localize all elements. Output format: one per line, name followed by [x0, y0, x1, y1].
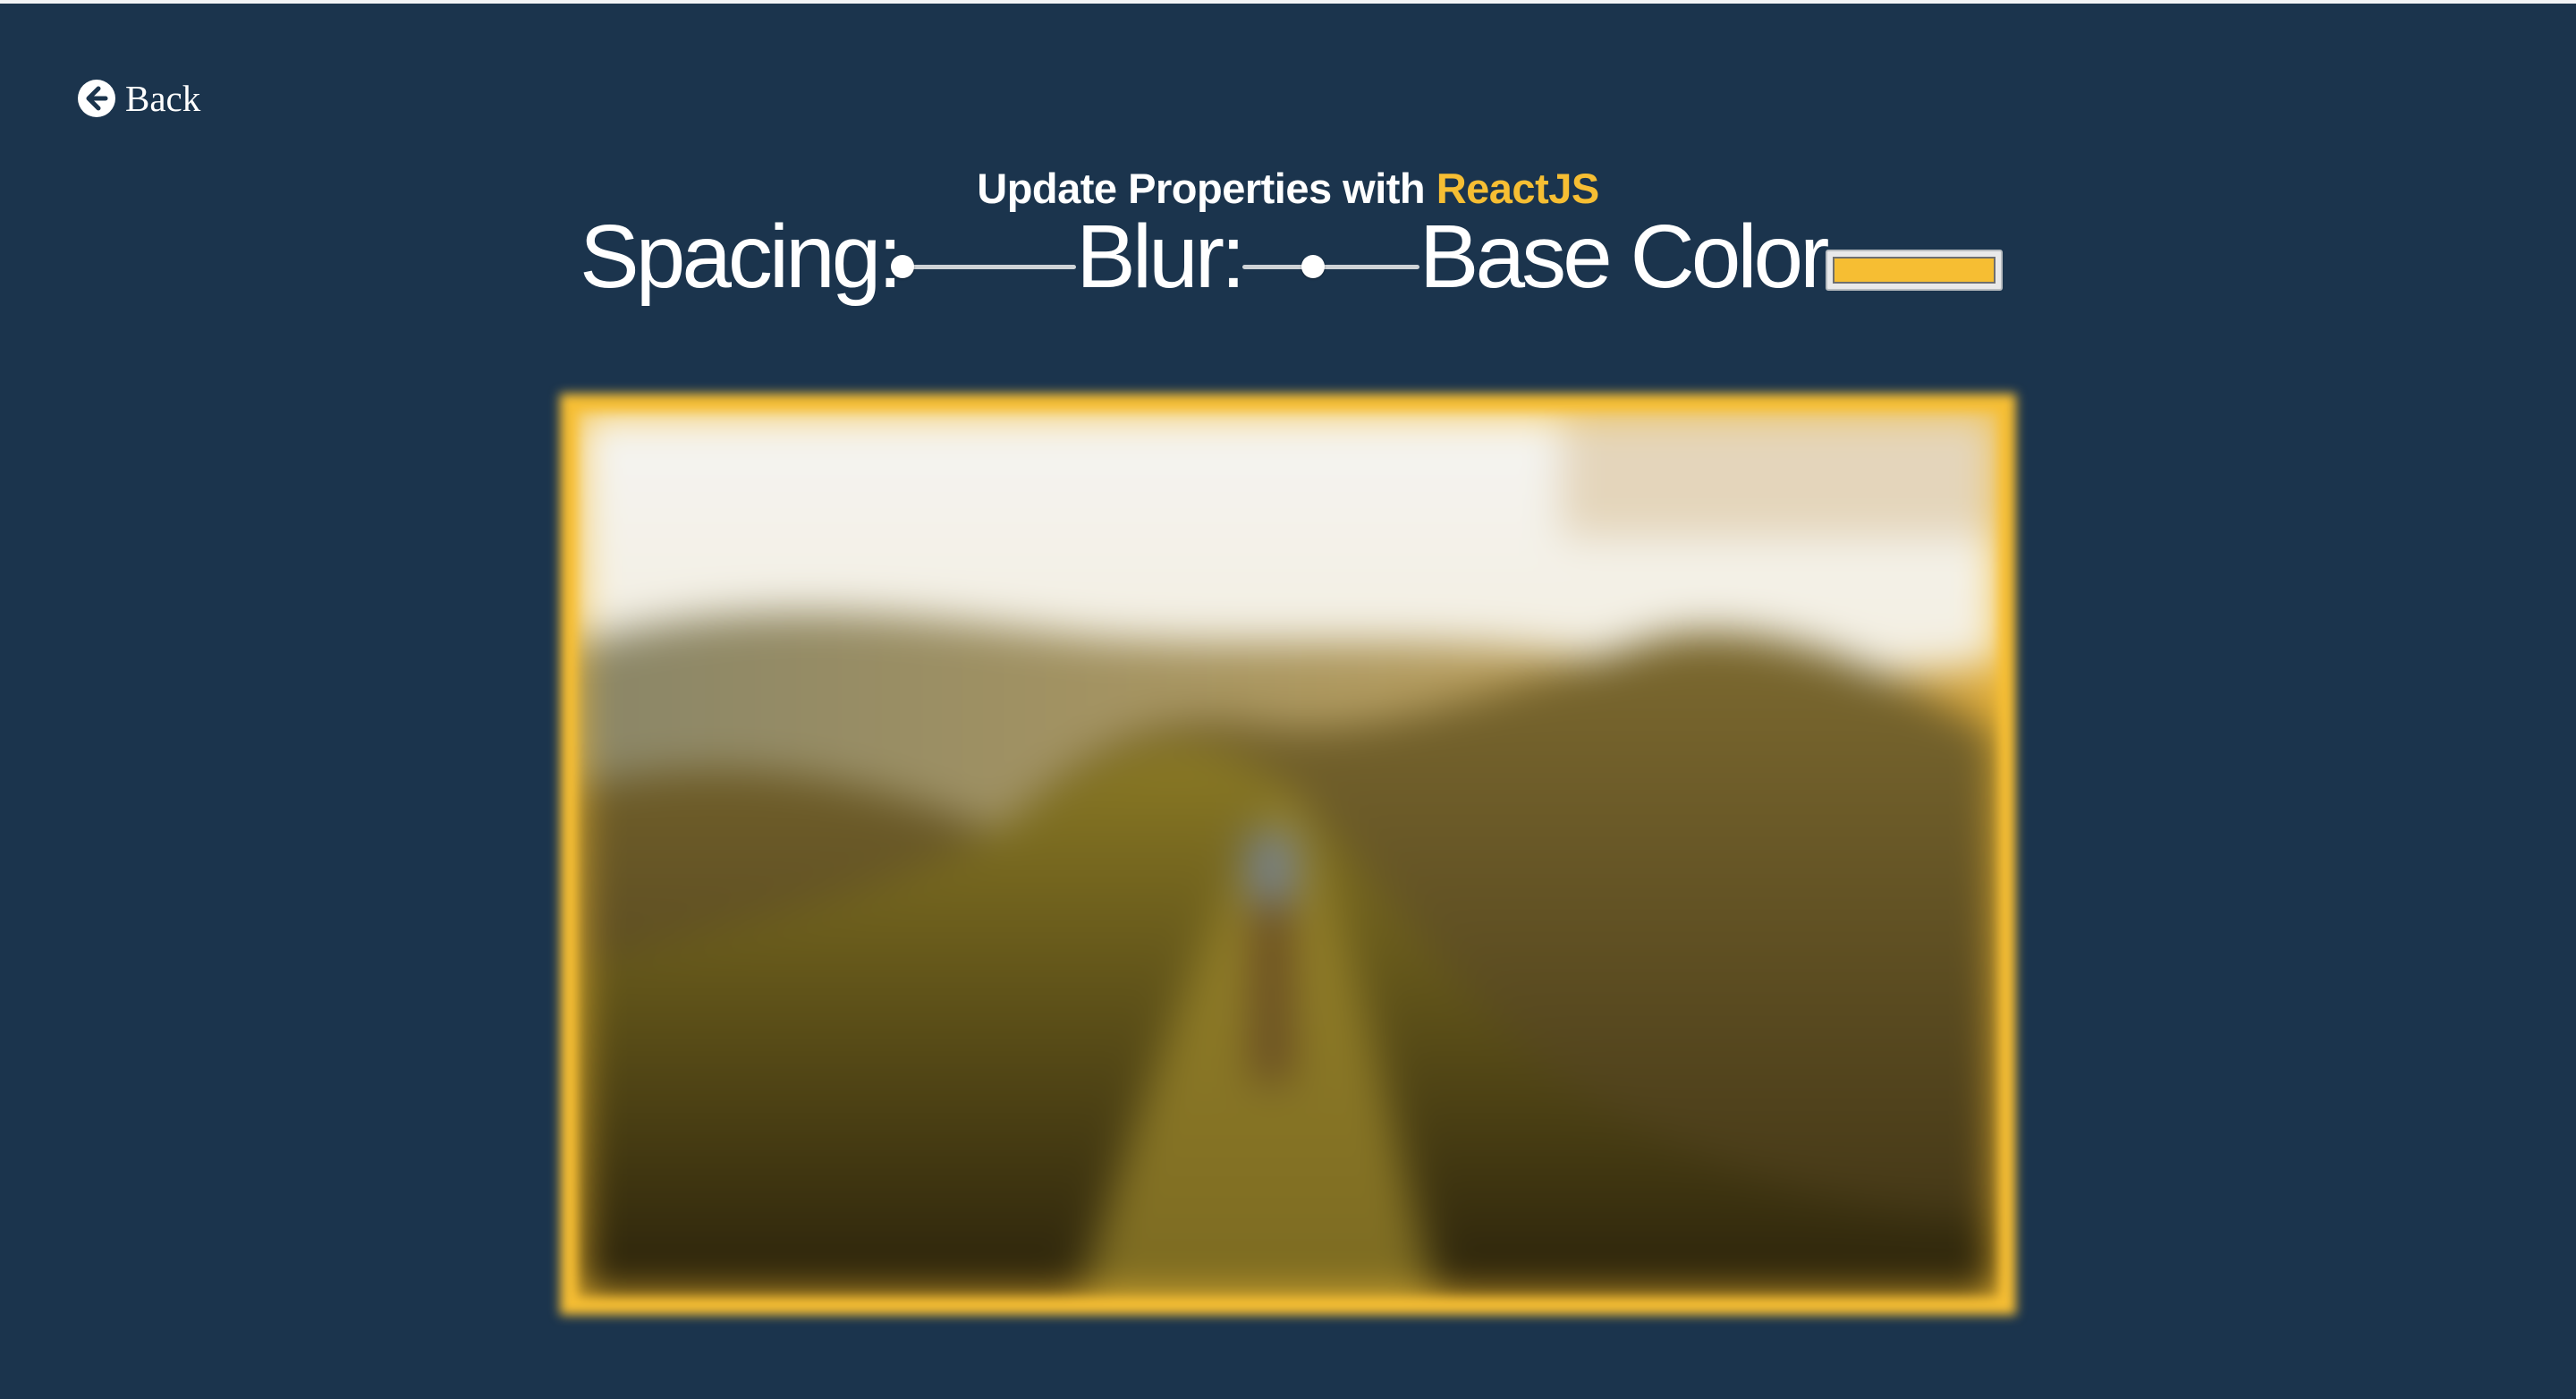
- back-label: Back: [125, 78, 201, 119]
- base-color-picker[interactable]: [1826, 250, 2004, 291]
- blur-slider[interactable]: [1241, 249, 1419, 284]
- back-link[interactable]: Back: [77, 77, 200, 120]
- page-title-prefix: Update Properties with: [977, 165, 1436, 212]
- landscape-photo-icon: [578, 411, 1998, 1297]
- blur-slider-track: [1241, 265, 1419, 269]
- image-frame: [560, 394, 2016, 1315]
- blur-label: Blur:: [1076, 207, 1246, 307]
- base-color-swatch: [1833, 257, 1996, 284]
- spacing-slider-track: [899, 265, 1077, 269]
- arrow-left-circle-icon: [78, 80, 115, 117]
- spacing-slider-thumb[interactable]: [891, 255, 915, 278]
- base-color-label: Base Color: [1419, 207, 1830, 307]
- controls-bar: Spacing: Blur: Base Color: [580, 207, 2004, 307]
- top-border: [0, 0, 2576, 4]
- spacing-slider[interactable]: [891, 249, 1077, 284]
- spacing-label: Spacing:: [580, 207, 902, 307]
- blur-slider-thumb[interactable]: [1301, 255, 1325, 278]
- page-title-accent: ReactJS: [1436, 165, 1600, 212]
